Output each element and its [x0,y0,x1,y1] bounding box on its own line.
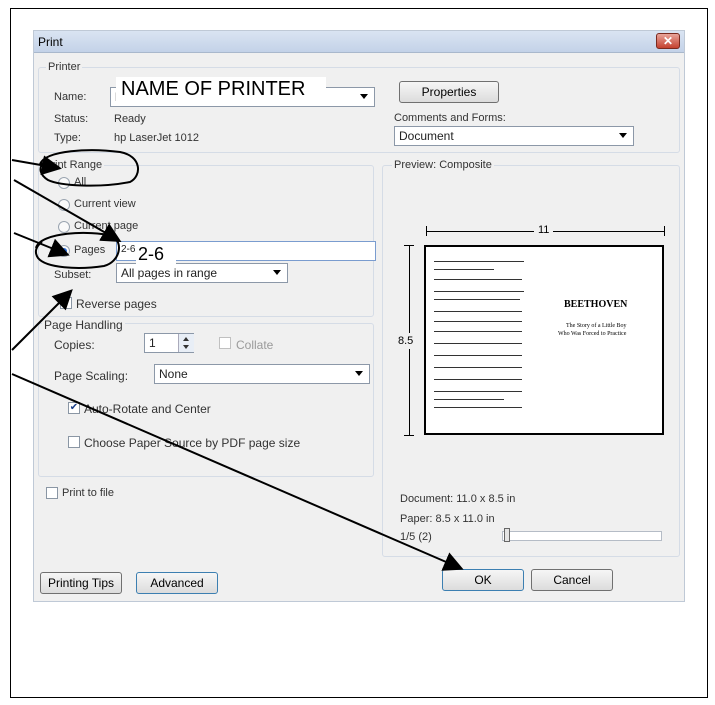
subset-value: All pages in range [121,266,218,280]
print-to-file-label: Print to file [62,487,114,499]
ok-button[interactable]: OK [442,569,524,591]
preview-width-tick-left [426,226,427,236]
comments-forms-select[interactable]: Document [394,126,634,146]
preview-text-line [434,379,522,380]
chevron-down-icon [619,133,627,138]
copies-value: 1 [149,336,156,350]
preview-doc-title: BEETHOVEN [564,299,628,310]
radio-all[interactable] [58,177,70,189]
preview-text-line [434,321,522,322]
paper-size-label: Paper: 8.5 x 11.0 in [400,513,495,525]
page-scaling-value: None [159,367,188,381]
preview-text-line [434,279,522,280]
printer-type-label: Type: [54,132,81,144]
stepper-up-icon[interactable] [183,337,189,341]
page-counter: 1/5 (2) [400,531,432,543]
close-icon[interactable]: ✕ [656,33,680,49]
preview-doc-subtitle-1: The Story of a Little Boy [566,323,627,329]
radio-current-view[interactable] [58,199,70,211]
paper-source-label: Choose Paper Source by PDF page size [84,436,301,450]
printer-name-annotation-box: NAME OF PRINTER [116,77,326,103]
pages-input-value: 2-6 [121,244,136,255]
printer-status-label: Status: [54,113,89,125]
preview-label: Preview: Composite [392,159,494,171]
advanced-button[interactable]: Advanced [136,572,218,594]
printer-status-value: Ready [114,113,146,125]
radio-current-page-label: Current page [74,220,139,232]
preview-text-line [434,331,522,332]
chevron-down-icon [355,371,363,376]
dialog-title: Print [38,35,63,49]
properties-button[interactable]: Properties [399,81,499,103]
radio-pages-label: Pages [74,244,106,256]
radio-current-page[interactable] [58,221,70,233]
preview-text-line [434,399,504,400]
cancel-button[interactable]: Cancel [531,569,613,591]
preview-doc-subtitle-2: Who Was Forced to Practice [558,331,627,337]
preview-text-line [434,299,520,300]
radio-all-label: All [74,176,87,188]
preview-text-line [434,391,522,392]
title-bar: Print ✕ [34,31,684,53]
preview-text-line [434,407,522,408]
comments-forms-label: Comments and Forms: [394,112,506,124]
radio-pages[interactable] [58,245,70,257]
page-slider-thumb[interactable] [504,528,510,542]
preview-page: BEETHOVEN The Story of a Little Boy Who … [424,245,664,435]
auto-rotate-label: Auto-Rotate and Center [84,402,211,416]
print-to-file-checkbox[interactable] [46,487,58,499]
preview-height-tick-bottom [404,435,414,436]
pages-annotation: 2-6 [138,244,165,264]
page-scaling-select[interactable]: None [154,364,370,384]
preview-text-line [434,355,522,356]
collate-label: Collate [236,338,274,352]
preview-width-tick-right [664,226,665,236]
preview-text-line [434,343,522,344]
stepper-down-icon[interactable] [183,345,189,349]
comments-forms-value: Document [399,129,454,143]
print-range-label: Print Range [42,159,105,171]
chevron-down-icon [360,94,368,99]
printer-group-label: Printer [46,61,83,73]
copies-label: Copies: [54,338,95,352]
preview-text-line [434,261,524,262]
collate-checkbox[interactable] [219,337,231,349]
radio-current-view-label: Current view [74,198,136,210]
printer-name-annotation: NAME OF PRINTER [121,78,306,100]
print-dialog: Print ✕ Printer Name: h Status: Ready Ty… [33,30,685,602]
printer-type-value: hp LaserJet 1012 [114,132,200,144]
paper-source-checkbox[interactable] [68,436,80,448]
preview-width-label: 11 [534,224,554,236]
preview-text-line [434,291,524,292]
document-size-label: Document: 11.0 x 8.5 in [400,493,516,505]
preview-text-line [434,269,494,270]
page-slider-track[interactable] [502,531,662,541]
auto-rotate-checkbox[interactable]: ✔ [68,402,80,414]
chevron-down-icon [273,270,281,275]
pages-annotation-box: 2-6 [136,244,176,268]
copies-stepper[interactable] [178,334,194,352]
reverse-pages-checkbox[interactable] [60,297,72,309]
printing-tips-button[interactable]: Printing Tips [40,572,122,594]
preview-text-line [434,367,522,368]
preview-height-tick-top [404,245,414,246]
reverse-pages-label: Reverse pages [76,297,157,311]
preview-height-label: 8.5 [398,333,414,349]
subset-label: Subset: [54,269,92,281]
page-handling-label: Page Handling [42,318,125,332]
preview-text-line [434,311,522,312]
page-scaling-label: Page Scaling: [54,369,129,383]
printer-name-label: Name: [54,91,87,103]
